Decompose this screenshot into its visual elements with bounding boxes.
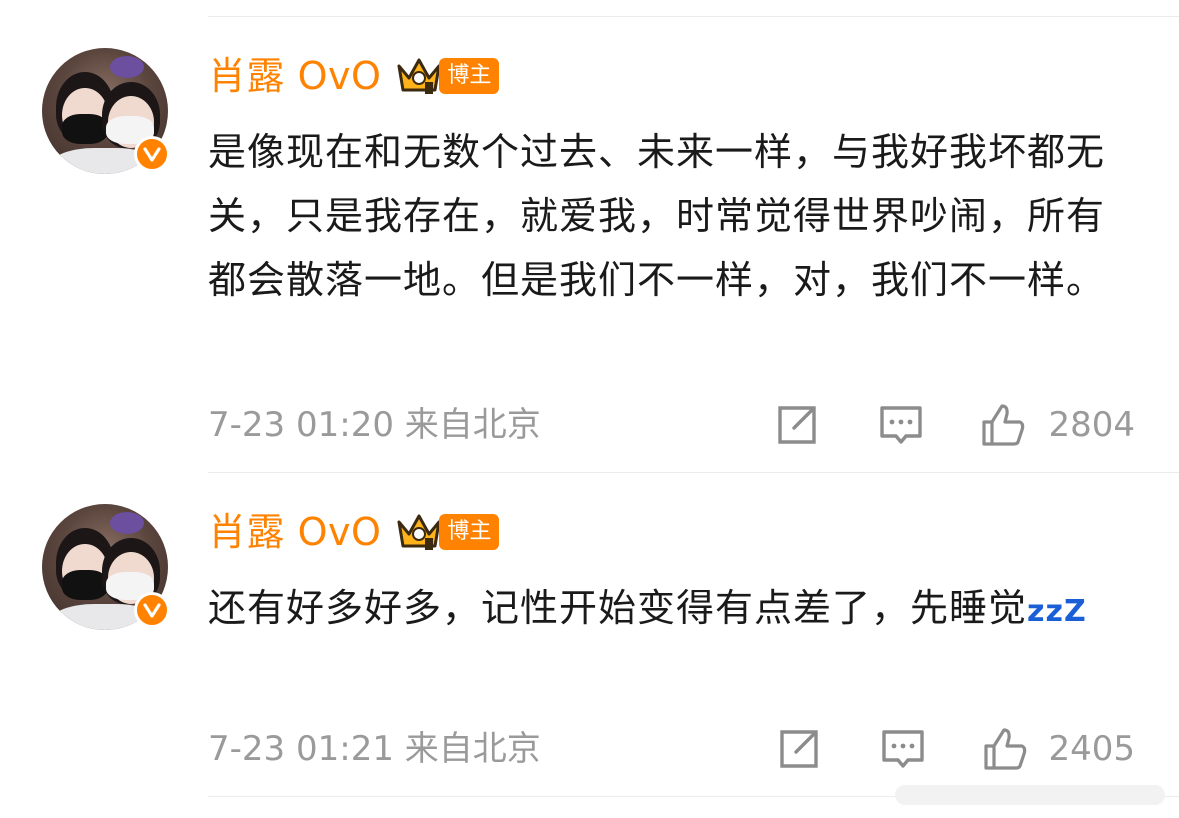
comment-location: 来自北京 bbox=[404, 405, 541, 445]
comment-location: 来自北京 bbox=[404, 729, 541, 769]
comment-meta: 7-23 01:21 来自北京 bbox=[208, 724, 541, 774]
watermark bbox=[895, 785, 1165, 805]
comment-meta: 7-23 01:20 来自北京 bbox=[208, 400, 541, 450]
comment-text: 是像现在和无数个过去、未来一样，与我好我坏都无关，只是我存在，就爱我，时常觉得世… bbox=[208, 130, 1106, 302]
comment-icon[interactable] bbox=[880, 726, 926, 772]
username[interactable]: 肖露 OvO bbox=[208, 510, 381, 554]
comment-time: 7-23 01:21 bbox=[208, 729, 394, 769]
comment-text: 还有好多好多，记性开始变得有点差了，先睡觉zzZ bbox=[208, 576, 1108, 644]
author-badge: 博主 bbox=[439, 514, 500, 550]
share-icon[interactable] bbox=[776, 726, 822, 772]
share-icon[interactable] bbox=[774, 402, 820, 448]
like-count: 2804 bbox=[1048, 405, 1135, 445]
username[interactable]: 肖露 OvO bbox=[208, 54, 381, 98]
crown-level-icon bbox=[397, 514, 441, 550]
top-divider bbox=[208, 16, 1179, 17]
comment-divider bbox=[208, 472, 1179, 473]
like-icon[interactable] bbox=[980, 402, 1026, 448]
crown-level-icon bbox=[397, 58, 441, 94]
avatar[interactable] bbox=[42, 504, 170, 630]
author-badge: 博主 bbox=[439, 58, 500, 94]
comment-text-body: 还有好多好多，记性开始变得有点差了，先睡觉 bbox=[208, 586, 1028, 630]
sleep-emoji: zzZ bbox=[1027, 594, 1087, 629]
verified-icon bbox=[134, 592, 170, 628]
avatar[interactable] bbox=[42, 48, 170, 174]
verified-icon bbox=[134, 136, 170, 172]
comment-icon[interactable] bbox=[878, 402, 924, 448]
like-count: 2405 bbox=[1048, 729, 1135, 769]
comment-time: 7-23 01:20 bbox=[208, 405, 394, 445]
like-icon[interactable] bbox=[982, 726, 1028, 772]
